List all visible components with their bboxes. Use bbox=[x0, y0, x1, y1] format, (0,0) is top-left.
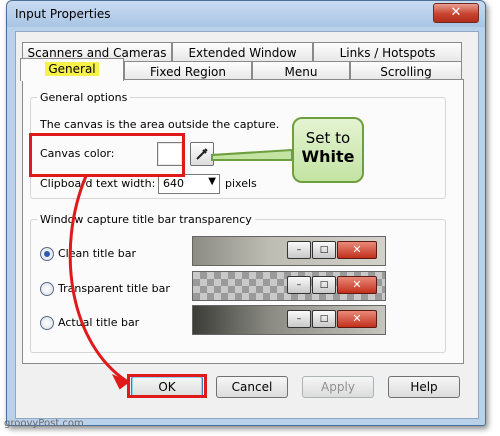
callout-line2: White bbox=[301, 147, 355, 166]
red-arrow-to-ok bbox=[68, 175, 129, 384]
callout-line1: Set to bbox=[305, 129, 351, 147]
set-to-white-callout: Set to White bbox=[292, 117, 364, 183]
callout-pointer bbox=[211, 148, 293, 161]
annotation-arrows bbox=[68, 148, 293, 390]
